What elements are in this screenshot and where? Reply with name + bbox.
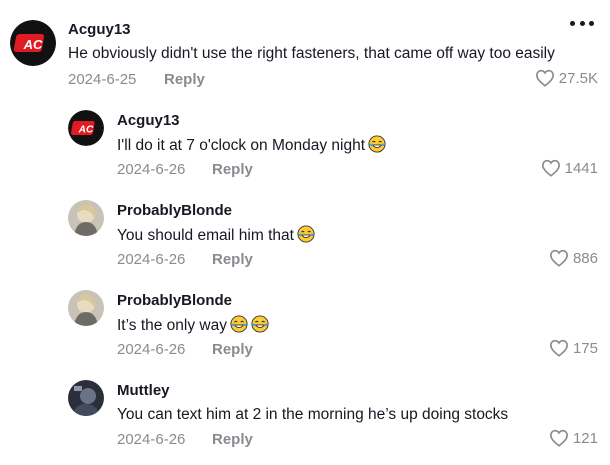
comment-text: You can text him at 2 in the morning he’… (117, 406, 509, 423)
like-button[interactable]: 27.5K (535, 69, 598, 87)
comment-text: He obviously didn't use the right fasten… (68, 45, 555, 62)
comment-text: You should email him that (117, 225, 315, 245)
like-button[interactable]: 886 (549, 249, 598, 267)
reply-button[interactable]: Reply (212, 341, 253, 358)
comment-text: I'll do it at 7 o'clock on Monday night (117, 135, 386, 155)
heart-outline-icon (549, 339, 568, 357)
avatar[interactable]: AC (10, 20, 56, 66)
reply-button[interactable]: Reply (212, 431, 253, 448)
like-count: 886 (572, 249, 598, 267)
laughing-tears-emoji-icon (230, 315, 248, 333)
user-photo-icon (68, 290, 104, 326)
avatar[interactable] (68, 290, 104, 326)
comment-username[interactable]: ProbablyBlonde (117, 202, 232, 219)
reply-item: AC Acguy13 I'll do it at 7 o'clock on Mo… (0, 100, 610, 190)
reply-button[interactable]: Reply (212, 251, 253, 268)
comment-text-content: You should email him that (117, 227, 294, 244)
like-count: 175 (572, 339, 598, 357)
laughing-tears-emoji-icon (251, 315, 269, 333)
like-button[interactable]: 175 (549, 339, 598, 357)
more-dot (589, 20, 594, 26)
reply-item: ProbablyBlonde It’s the only way 2024-6-… (0, 280, 610, 370)
reply-item: ProbablyBlonde You should email him that… (0, 190, 610, 280)
comment-username[interactable]: Acguy13 (117, 112, 180, 129)
comment-username[interactable]: ProbablyBlonde (117, 292, 232, 309)
comment-username[interactable]: Muttley (117, 382, 170, 399)
like-count: 121 (572, 429, 598, 447)
reply-item: Muttley You can text him at 2 in the mor… (0, 370, 610, 465)
heart-outline-icon (549, 249, 568, 267)
comment-username[interactable]: Acguy13 (68, 21, 131, 38)
laughing-tears-emoji-icon (368, 135, 386, 153)
like-count: 1441 (564, 159, 598, 177)
heart-outline-icon (535, 69, 554, 87)
more-options-button[interactable] (570, 18, 594, 28)
like-button[interactable]: 121 (549, 429, 598, 447)
comment-date: 2024-6-26 (117, 251, 186, 268)
laughing-tears-emoji-icon (297, 225, 315, 243)
ac-logo-icon: AC (10, 20, 56, 66)
avatar[interactable]: AC (68, 110, 104, 146)
avatar[interactable] (68, 380, 104, 416)
comment-date: 2024-6-25 (68, 71, 137, 88)
comment-item: AC Acguy13 He obviously didn't use the r… (0, 0, 610, 100)
comment-date: 2024-6-26 (117, 161, 186, 178)
avatar[interactable] (68, 200, 104, 236)
like-button[interactable]: 1441 (541, 159, 598, 177)
comment-date: 2024-6-26 (117, 341, 186, 358)
comment-date: 2024-6-26 (117, 431, 186, 448)
heart-outline-icon (541, 159, 560, 177)
reply-button[interactable]: Reply (212, 161, 253, 178)
user-photo-icon (68, 380, 104, 416)
user-photo-icon (68, 200, 104, 236)
more-dot (570, 20, 575, 26)
comment-text-content: I'll do it at 7 o'clock on Monday night (117, 137, 366, 154)
like-count: 27.5K (558, 69, 598, 87)
comment-text: It’s the only way (117, 315, 269, 335)
more-dot (579, 20, 585, 26)
reply-button[interactable]: Reply (164, 71, 205, 88)
comment-text-content: It’s the only way (117, 317, 227, 334)
avatar-logo-text: AC (23, 37, 43, 52)
ac-logo-icon: AC (68, 110, 104, 146)
avatar-logo-text: AC (78, 125, 94, 136)
heart-outline-icon (549, 429, 568, 447)
